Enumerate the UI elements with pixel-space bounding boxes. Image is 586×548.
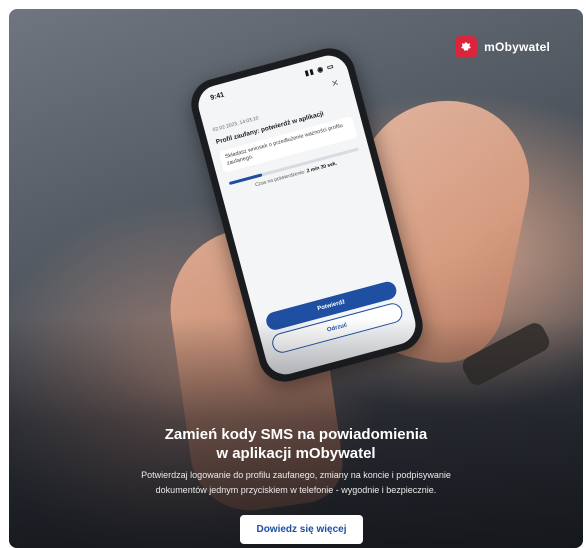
phone-time: 9:41 — [209, 91, 226, 102]
headline-line-1: Zamień kody SMS na powiadomienia — [164, 426, 428, 443]
close-icon: ✕ — [330, 77, 341, 90]
description-line-2: dokumentów jednym przyciskiem w telefoni… — [155, 485, 437, 495]
learn-more-button[interactable]: Dowiedz się więcej — [240, 515, 363, 544]
banner-description: Potwierdzaj logowanie do profilu zaufane… — [69, 468, 523, 498]
signal-battery-icon: ▮▮ ◉ ▭ — [304, 62, 336, 78]
mobywatel-logo: mObywatel — [455, 36, 550, 58]
headline-line-2: w aplikacji mObywatel — [216, 445, 376, 462]
banner-headline: Zamień kody SMS na powiadomienia w aplik… — [9, 425, 583, 463]
confirmation-sheet: 02.02.2023, 14:03:10 Profil zaufany: pot… — [212, 92, 363, 196]
brand-name: mObywatel — [484, 40, 550, 54]
promo-banner: 9:41 ▮▮ ◉ ▭ ✕ 02.02.2023, 14:03:10 Profi… — [9, 9, 583, 548]
poland-eagle-icon — [455, 36, 478, 58]
description-line-1: Potwierdzaj logowanie do profilu zaufane… — [141, 470, 451, 480]
